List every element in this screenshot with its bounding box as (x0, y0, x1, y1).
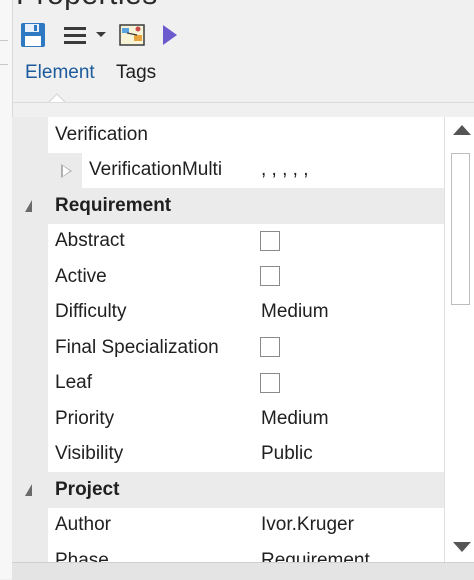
diagram-button[interactable] (116, 18, 148, 52)
property-row-phase[interactable]: Phase Requirement (12, 543, 444, 562)
difficulty-value[interactable]: Medium (261, 301, 329, 323)
tab-tags[interactable]: Tags (116, 62, 156, 84)
panel-edge-tick (0, 40, 8, 41)
leaf-checkbox[interactable] (260, 372, 280, 393)
property-label: Leaf (55, 372, 92, 394)
property-label: Priority (55, 407, 115, 429)
collapse-arrow-icon[interactable] (25, 484, 32, 496)
vertical-scrollbar[interactable] (444, 117, 474, 562)
scroll-thumb[interactable] (451, 153, 470, 305)
property-row-author[interactable]: Author Ivor.Kruger (12, 507, 444, 543)
final-specialization-checkbox[interactable] (260, 337, 280, 357)
collapse-arrow-icon[interactable] (25, 200, 32, 212)
tab-element[interactable]: Element (25, 62, 95, 84)
property-row-verification-multi[interactable]: VerificationMulti , , , , , (12, 152, 444, 188)
property-row-verification[interactable]: Verification (12, 117, 444, 153)
expand-arrow-icon[interactable] (61, 163, 72, 178)
window-title: Properties (16, 0, 158, 12)
phase-value[interactable]: Requirement (261, 550, 370, 562)
play-arrow-icon (163, 25, 177, 45)
property-row-final-specialization[interactable]: Final Specialization (12, 330, 444, 366)
save-button[interactable] (16, 18, 50, 52)
tab-bar: Element Tags (16, 58, 456, 94)
property-row-difficulty[interactable]: Difficulty Medium (12, 294, 444, 330)
save-icon (21, 23, 45, 47)
property-label: Difficulty (55, 301, 127, 323)
property-label: Active (55, 265, 107, 287)
menu-button[interactable] (60, 18, 90, 52)
visibility-value[interactable]: Public (261, 443, 313, 465)
property-label: Final Specialization (55, 336, 219, 358)
active-checkbox[interactable] (260, 266, 280, 286)
property-label: Author (55, 514, 111, 536)
property-value[interactable]: , , , , , (261, 159, 309, 181)
property-row-abstract[interactable]: Abstract (12, 223, 444, 259)
property-label: VerificationMulti (89, 159, 223, 181)
property-label: Verification (55, 123, 148, 145)
property-row-active[interactable]: Active (12, 259, 444, 295)
property-row-priority[interactable]: Priority Medium (12, 401, 444, 437)
run-button[interactable] (158, 18, 182, 52)
property-row-leaf[interactable]: Leaf (12, 365, 444, 401)
category-project[interactable]: Project (12, 472, 444, 508)
bottom-panel-edge (12, 562, 474, 580)
author-value[interactable]: Ivor.Kruger (261, 514, 354, 536)
property-grid: Verification VerificationMulti , , , , ,… (12, 117, 444, 562)
property-label: Abstract (55, 230, 125, 252)
toolbar (16, 18, 456, 52)
map-diagram-icon (119, 24, 145, 46)
chevron-down-icon (96, 32, 106, 37)
menu-dropdown-button[interactable] (92, 18, 110, 52)
property-label: Visibility (55, 443, 124, 465)
tab-divider (12, 102, 474, 103)
property-label: Phase (55, 549, 109, 562)
panel-edge-tick (0, 64, 8, 65)
hamburger-menu-icon (64, 27, 86, 44)
priority-value[interactable]: Medium (261, 408, 329, 430)
category-requirement[interactable]: Requirement (12, 188, 444, 224)
category-title: Project (55, 478, 120, 500)
property-row-visibility[interactable]: Visibility Public (12, 436, 444, 472)
category-title: Requirement (55, 194, 172, 216)
scroll-down-arrow-icon[interactable] (453, 542, 471, 552)
abstract-checkbox[interactable] (260, 230, 280, 251)
scroll-up-arrow-icon[interactable] (453, 125, 471, 135)
